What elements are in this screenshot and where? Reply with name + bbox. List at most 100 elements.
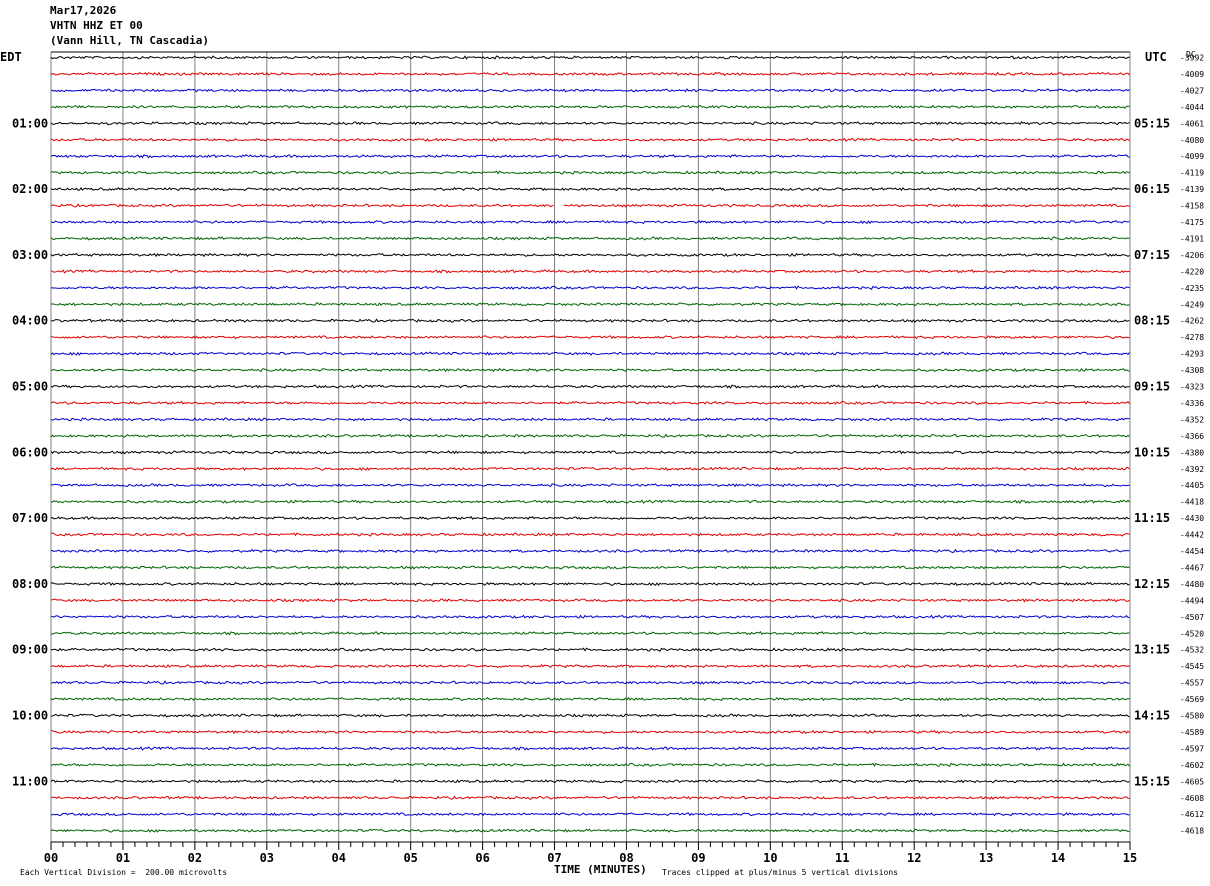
dc-offset-label: -4336: [1180, 399, 1204, 408]
right-time-label: 07:15: [1134, 248, 1170, 262]
left-time-label: 06:00: [12, 445, 48, 459]
x-axis-title: TIME (MINUTES): [554, 863, 647, 876]
dc-offset-label: -4323: [1180, 383, 1204, 392]
trace-row-7: [50, 170, 1130, 175]
dc-offset-label: -4545: [1180, 662, 1204, 671]
dc-offset-label: -4027: [1180, 86, 1204, 95]
dc-offset-label: -4608: [1180, 794, 1204, 803]
dc-offset-label: -4494: [1180, 596, 1204, 605]
dc-offset-label: -4249: [1180, 300, 1204, 309]
trace-row-24: [50, 450, 1130, 455]
left-time-label: 10:00: [12, 709, 48, 723]
left-time-label: 04:00: [12, 314, 48, 328]
dc-offset-label: -4392: [1180, 465, 1204, 474]
trace-row-9: [50, 203, 1130, 208]
dc-offset-label: -4480: [1180, 580, 1204, 589]
trace-row-26: [50, 483, 1130, 488]
dc-offset-label: -4467: [1180, 563, 1204, 572]
dc-offset-label: -4158: [1180, 202, 1204, 211]
trace-row-16: [50, 318, 1130, 323]
right-time-label: 15:15: [1134, 774, 1170, 788]
right-time-label: 09:15: [1134, 380, 1170, 394]
dc-offset-label: -4602: [1180, 761, 1204, 770]
dc-offset-label: -4009: [1180, 70, 1204, 79]
left-time-label: 01:00: [12, 116, 48, 130]
right-time-label: 10:15: [1134, 445, 1170, 459]
dc-offset-label: -4430: [1180, 514, 1204, 523]
trace-row-14: [50, 285, 1130, 290]
trace-row-5: [50, 137, 1130, 143]
trace-row-29: [50, 532, 1130, 537]
trace-row-39: [50, 696, 1130, 702]
trace-row-3: [50, 104, 1130, 110]
dc-offset-label: -4442: [1180, 531, 1204, 540]
x-tick-label: 01: [116, 851, 130, 865]
dc-offset-label: -4206: [1180, 251, 1204, 260]
dc-offset-label: -4308: [1180, 366, 1204, 375]
trace-row-40: [50, 713, 1130, 718]
right-time-labels: 05:15 06:15 07:15 08:15 09:15 10:15 11:15 12:15…: [1134, 116, 1170, 788]
dc-offset-label: -4405: [1180, 481, 1204, 490]
trace-row-0: [50, 55, 1130, 60]
right-time-label: 14:15: [1134, 709, 1170, 723]
x-axis: 00 01 02 03 04 05 06 07 08 09 10 11 12 13 14 15: [44, 841, 1137, 865]
dc-offset-label: -4099: [1180, 152, 1204, 161]
trace-row-36: [50, 647, 1130, 652]
x-tick-label: 06: [475, 851, 489, 865]
left-zone-label: EDT: [0, 50, 22, 64]
dc-offset-label: -4589: [1180, 728, 1204, 737]
dc-offset-label: -4191: [1180, 234, 1204, 243]
trace-row-41: [50, 729, 1130, 735]
left-time-label: 07:00: [12, 511, 48, 525]
trace-row-28: [50, 515, 1130, 521]
trace-row-46: [50, 811, 1130, 817]
dc-offset-label: -4175: [1180, 218, 1204, 227]
trace-row-32: [50, 581, 1130, 587]
left-time-labels: 01:00 02:00 03:00 04:00 05:00 06:00 07:00 08:00…: [12, 116, 48, 788]
dc-offset-label: -4532: [1180, 646, 1204, 655]
left-time-label: 05:00: [12, 380, 48, 394]
time-grid: [50, 51, 1131, 842]
trace-row-4: [50, 121, 1130, 126]
dc-offset-label: -4569: [1180, 695, 1204, 704]
dc-offset-label: -4597: [1180, 744, 1204, 753]
dc-offset-label: -4044: [1180, 103, 1204, 112]
trace-row-2: [50, 88, 1130, 93]
x-tick-label: 02: [188, 851, 202, 865]
trace-row-43: [50, 762, 1130, 768]
trace-row-22: [50, 417, 1130, 422]
dc-offset-label: -4220: [1180, 267, 1204, 276]
right-time-label: 08:15: [1134, 314, 1170, 328]
dc-offset-label: -4080: [1180, 136, 1204, 145]
trace-row-19: [50, 367, 1130, 373]
trace-row-13: [50, 269, 1130, 274]
x-tick-label: 14: [1051, 851, 1065, 865]
dc-offset-label: -4507: [1180, 613, 1204, 622]
trace-row-11: [50, 236, 1130, 241]
dc-offset-label: -4520: [1180, 629, 1204, 638]
left-time-label: 02:00: [12, 182, 48, 196]
x-tick-label: 15: [1123, 851, 1137, 865]
trace-row-10: [50, 219, 1130, 225]
trace-row-30: [50, 548, 1130, 554]
dc-offset-label: -3992: [1180, 54, 1204, 63]
trace-row-15: [50, 302, 1130, 307]
trace-row-21: [50, 400, 1130, 405]
trace-row-42: [50, 746, 1130, 751]
left-time-label: 09:00: [12, 643, 48, 657]
left-time-label: 08:00: [12, 577, 48, 591]
x-tick-label: 11: [835, 851, 849, 865]
x-tick-label: 09: [691, 851, 705, 865]
trace-row-47: [50, 828, 1130, 833]
right-zone-label: UTC: [1145, 50, 1167, 64]
trace-row-1: [50, 71, 1130, 77]
dc-offset-label: -4612: [1180, 810, 1204, 819]
x-tick-label: 05: [403, 851, 417, 865]
dc-offset-label: -4278: [1180, 333, 1204, 342]
trace-row-35: [50, 631, 1130, 636]
dc-offset-label: -4352: [1180, 415, 1204, 424]
trace-row-45: [50, 795, 1130, 800]
trace-row-12: [50, 252, 1130, 258]
scale-note: Each Vertical Division = 200.00 microvol…: [20, 868, 228, 877]
left-time-label: 03:00: [12, 248, 48, 262]
